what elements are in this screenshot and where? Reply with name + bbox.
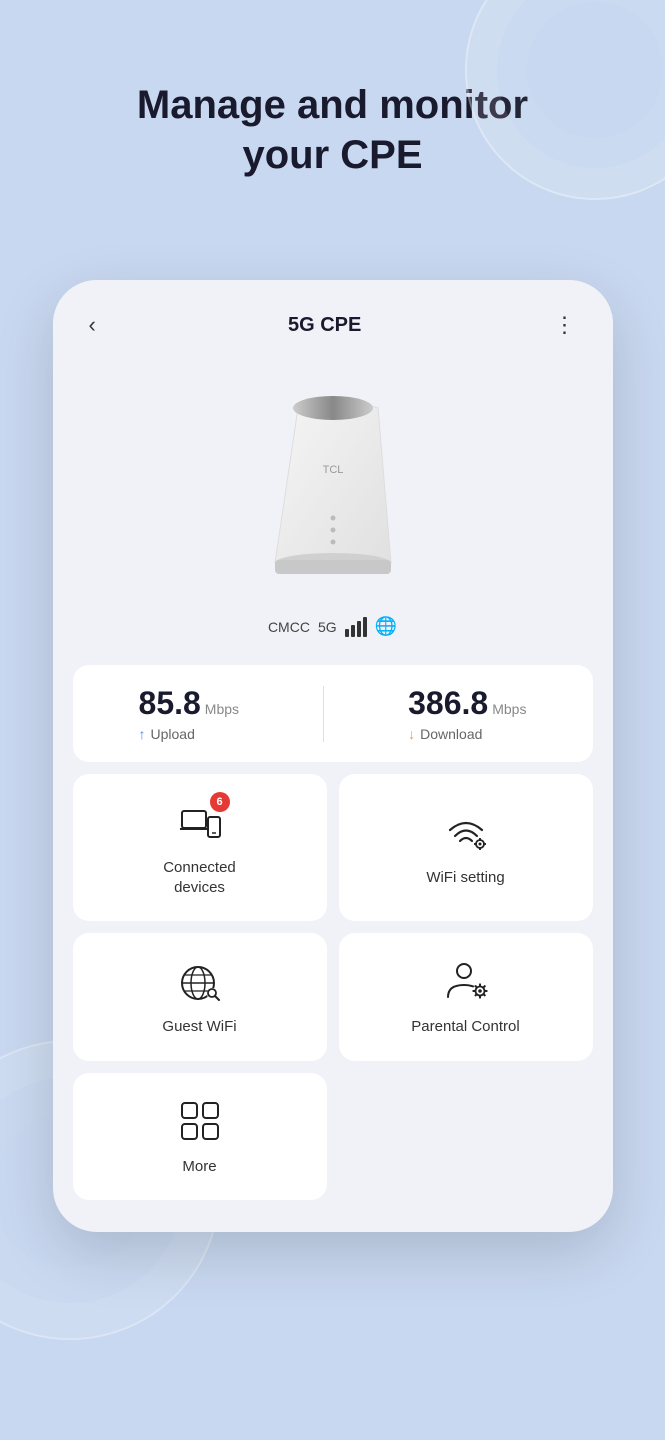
guest-wifi-card[interactable]: Guest WiFi	[73, 933, 327, 1061]
signal-info: CMCC 5G 🌐	[268, 616, 397, 637]
device-area: TCL CMCC 5G 🌐	[53, 358, 613, 653]
phone-title: 5G CPE	[288, 314, 361, 337]
grid-icon	[176, 1097, 224, 1145]
connected-devices-card[interactable]: 6 Connecteddevices	[73, 774, 327, 921]
parental-control-icon	[442, 957, 490, 1005]
phone-mockup: ‹ 5G CPE ⋮	[53, 280, 613, 1232]
router-image: TCL	[233, 368, 433, 608]
back-button[interactable]: ‹	[81, 308, 104, 342]
page-title-area: Manage and monitoryour CPE	[0, 0, 665, 210]
router-svg: TCL	[243, 378, 423, 598]
more-card[interactable]: More	[73, 1073, 327, 1201]
wifi-setting-label: WiFi setting	[426, 868, 504, 888]
wifi-setting-card[interactable]: WiFi setting	[339, 774, 593, 921]
globe-icon: 🌐	[375, 616, 397, 637]
connected-devices-badge: 6	[210, 792, 230, 812]
svg-text:TCL: TCL	[322, 464, 343, 476]
download-unit: Mbps	[492, 701, 526, 717]
more-label: More	[182, 1157, 216, 1177]
upload-unit: Mbps	[205, 701, 239, 717]
wifi-settings-icon	[442, 808, 490, 856]
download-speed: 386.8 Mbps ↓ Download	[408, 685, 526, 742]
speed-divider	[323, 686, 324, 742]
parental-control-card[interactable]: Parental Control	[339, 933, 593, 1061]
speed-card: 85.8 Mbps ↑ Upload 386.8 Mbps ↓ Download	[73, 665, 593, 762]
page-title: Manage and monitoryour CPE	[40, 80, 625, 180]
signal-bars	[345, 617, 367, 637]
parental-control-label: Parental Control	[411, 1017, 519, 1037]
menu-button[interactable]: ⋮	[546, 308, 585, 342]
network-label: 5G	[318, 619, 337, 635]
phone-header: ‹ 5G CPE ⋮	[53, 280, 613, 358]
devices-icon: 6	[176, 798, 224, 846]
upload-value: 85.8	[139, 685, 201, 722]
operator-label: CMCC	[268, 619, 310, 635]
feature-cards-grid: 6 Connecteddevices	[73, 774, 593, 1061]
download-value: 386.8	[408, 685, 488, 722]
download-arrow-icon: ↓	[408, 726, 415, 742]
connected-devices-label: Connecteddevices	[163, 858, 236, 897]
download-label: Download	[420, 726, 482, 742]
more-section: More	[73, 1073, 593, 1201]
upload-label: Upload	[151, 726, 195, 742]
guest-wifi-icon	[176, 957, 224, 1005]
upload-speed: 85.8 Mbps ↑ Upload	[139, 685, 240, 742]
upload-arrow-icon: ↑	[139, 726, 146, 742]
guest-wifi-label: Guest WiFi	[162, 1017, 236, 1037]
